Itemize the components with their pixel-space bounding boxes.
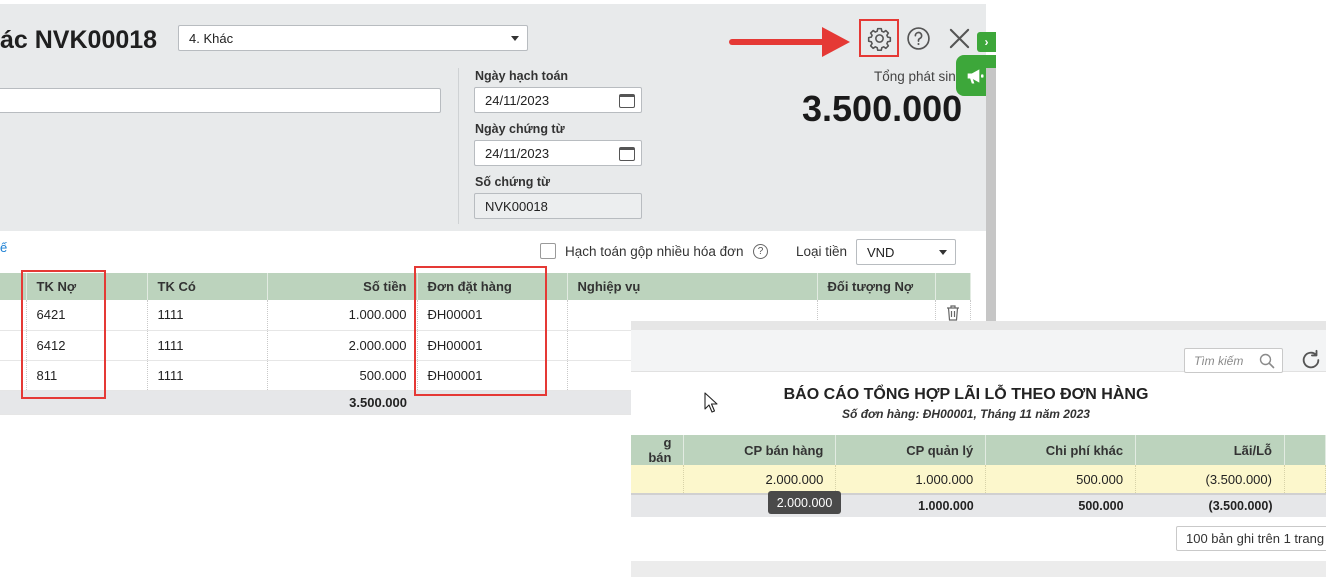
report-table: g bán CP bán hàng CP quản lý Chi phí khá… — [631, 435, 1326, 517]
divider — [458, 68, 459, 224]
report-top-strip — [631, 321, 1326, 330]
gear-icon[interactable] — [867, 26, 892, 51]
voucher-title: ác NVK00018 — [0, 26, 158, 54]
admin-cost-cell[interactable]: 1.000.000 — [835, 465, 987, 494]
header-sales-revenue[interactable]: g bán — [631, 435, 685, 465]
total-profit-loss: (3.500.000) — [1135, 493, 1285, 517]
grid-header-actions — [935, 273, 971, 300]
amount-cell[interactable]: 1.000.000 — [267, 300, 418, 331]
report-subtitle: Số đơn hàng: ĐH00001, Tháng 11 năm 2023 — [842, 407, 1090, 421]
voucher-type-select[interactable]: 4. Khác — [178, 25, 528, 51]
side-panel-toggle[interactable]: › — [977, 32, 996, 52]
posting-date-field[interactable]: 24/11/2023 — [474, 87, 642, 113]
chevron-down-icon — [511, 36, 519, 41]
grid-header-amount[interactable]: Số tiền — [267, 273, 418, 300]
posting-date-label: Ngày hạch toán — [475, 69, 569, 83]
voucher-type-value: 4. Khác — [189, 30, 234, 46]
grid-total-amount: 3.500.000 — [267, 390, 417, 415]
search-icon[interactable] — [1259, 353, 1275, 369]
merge-invoices-label: Hạch toán gộp nhiều hóa đơn — [565, 244, 744, 259]
voucher-date-field[interactable]: 24/11/2023 — [474, 140, 642, 166]
total-sales-revenue — [631, 493, 684, 517]
voucher-no-field[interactable]: NVK00018 — [474, 193, 642, 219]
help-icon[interactable]: ? — [753, 244, 768, 259]
help-icon[interactable] — [906, 26, 931, 51]
merge-invoices-checkbox[interactable] — [540, 243, 556, 259]
page-size-select[interactable]: 100 bản ghi trên 1 trang — [1176, 526, 1326, 551]
voucher-no-label: Số chứng từ — [475, 175, 551, 189]
detail-link[interactable]: ế — [0, 240, 7, 255]
report-bottom-strip — [631, 561, 1326, 577]
refresh-icon[interactable] — [1300, 349, 1322, 371]
total-other-cost: 500.000 — [985, 493, 1136, 517]
close-icon[interactable] — [948, 27, 971, 50]
cell-tooltip: 2.000.000 — [768, 491, 841, 514]
credit-cell[interactable]: 1111 — [147, 300, 268, 331]
order-profit-report: Tìm kiếm BÁO CÁO TỔNG HỢP LÃI LỖ THEO ĐƠ… — [631, 321, 1326, 577]
header-admin-cost[interactable]: CP quản lý — [835, 435, 987, 465]
description-field[interactable] — [0, 88, 441, 113]
header-extra — [1284, 435, 1326, 465]
table-row[interactable]: 2.000.000 1.000.000 500.000 (3.500.000) — [631, 465, 1326, 494]
header-profit-loss[interactable]: Lãi/Lỗ — [1135, 435, 1285, 465]
trash-icon[interactable] — [946, 305, 960, 321]
order-column-highlight — [414, 266, 547, 396]
posting-date-value: 24/11/2023 — [485, 92, 550, 108]
profit-loss-cell[interactable]: (3.500.000) — [1135, 465, 1285, 494]
total-admin-cost: 1.000.000 — [835, 493, 986, 517]
report-title: BÁO CÁO TỔNG HỢP LÃI LỖ THEO ĐƠN HÀNG — [783, 386, 1149, 403]
megaphone-icon — [967, 68, 984, 83]
calendar-icon[interactable] — [619, 94, 635, 108]
currency-value: VND — [867, 244, 895, 260]
amount-cell[interactable]: 2.000.000 — [267, 330, 418, 361]
search-placeholder: Tìm kiếm — [1194, 353, 1244, 368]
search-input[interactable]: Tìm kiếm — [1184, 348, 1283, 373]
grid-header-credit[interactable]: TK Có — [147, 273, 268, 300]
grid-header-debit-object[interactable]: Đối tượng Nợ — [817, 273, 936, 300]
report-toolbar: Tìm kiếm — [631, 330, 1326, 373]
chevron-down-icon — [939, 250, 947, 255]
sales-revenue-cell[interactable] — [631, 465, 685, 494]
selling-cost-cell[interactable]: 2.000.000 — [683, 465, 837, 494]
voucher-date-value: 24/11/2023 — [485, 145, 550, 161]
grid-header-operation[interactable]: Nghiệp vụ — [567, 273, 818, 300]
other-cost-cell[interactable]: 500.000 — [985, 465, 1137, 494]
credit-cell[interactable]: 1111 — [147, 330, 268, 361]
calendar-icon[interactable] — [619, 147, 635, 161]
voucher-no-value: NVK00018 — [485, 198, 548, 214]
amount-cell[interactable]: 500.000 — [267, 360, 418, 391]
report-total-row: 1.000.000 500.000 (3.500.000) — [631, 493, 1326, 517]
debit-column-highlight — [21, 270, 106, 399]
total-label: Tổng phát sin — [874, 69, 956, 84]
currency-label: Loại tiền — [796, 244, 848, 259]
total-value: 3.500.000 — [802, 88, 963, 129]
report-header-row: g bán CP bán hàng CP quản lý Chi phí khá… — [631, 435, 1326, 465]
annotation-arrow-head — [822, 27, 850, 57]
voucher-date-label: Ngày chứng từ — [475, 122, 565, 136]
credit-cell[interactable]: 1111 — [147, 360, 268, 391]
currency-select[interactable]: VND — [856, 239, 956, 265]
header-selling-cost[interactable]: CP bán hàng — [683, 435, 837, 465]
header-other-cost[interactable]: Chi phí khác — [985, 435, 1137, 465]
annotation-arrow — [729, 39, 829, 45]
